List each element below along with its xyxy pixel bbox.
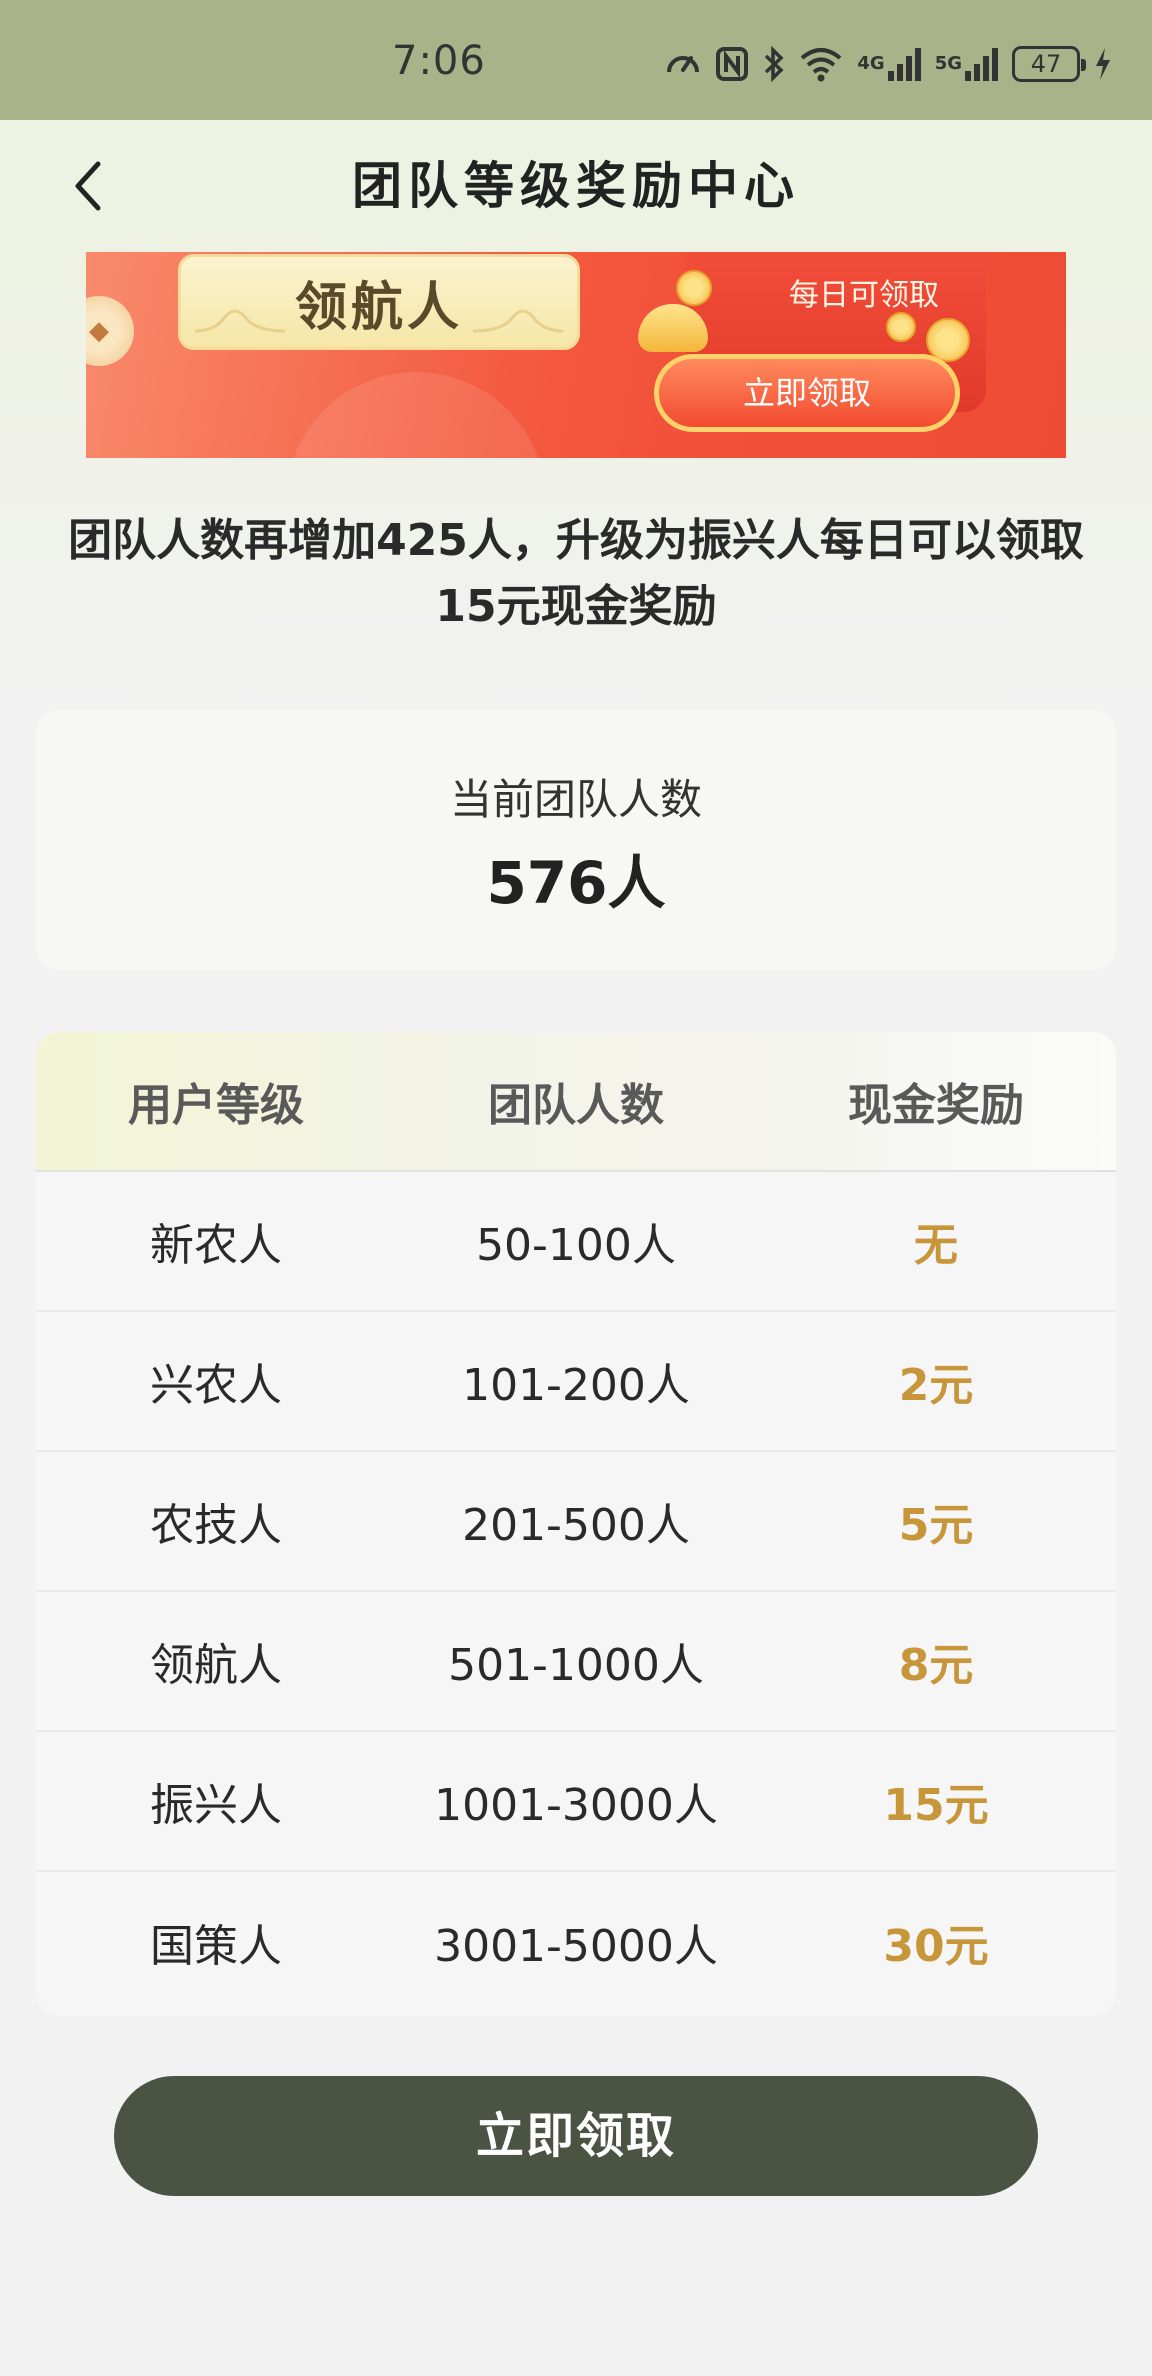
reward-cell: 30元 [883, 1921, 989, 1972]
upgrade-tip: 团队人数再增加425人，升级为振兴人每日可以领取15元现金奖励 [68, 515, 1084, 632]
header-cash-reward: 现金奖励 [848, 1080, 1024, 1131]
wave-ornament-icon [195, 309, 285, 333]
wave-ornament-icon [473, 309, 563, 333]
team-size-cell: 50-100人 [476, 1220, 676, 1271]
level-cell: 国策人 [150, 1921, 282, 1972]
page-title: 团队等级奖励中心 [352, 157, 800, 215]
team-count-label: 当前团队人数 [449, 775, 702, 824]
table-row: 新农人 50-100人 无 [36, 1172, 1116, 1312]
team-size-cell: 201-500人 [462, 1500, 690, 1551]
reward-cell: 无 [914, 1220, 958, 1271]
level-cell: 兴农人 [150, 1360, 282, 1411]
table-row: 领航人 501-1000人 8元 [36, 1592, 1116, 1732]
status-bar: 7:06 4G 5G 47 [0, 0, 1152, 120]
level-cell: 振兴人 [150, 1780, 282, 1831]
banner-claim-button[interactable]: 立即领取 [654, 354, 960, 432]
current-level-name: 领航人 [294, 277, 463, 338]
table-row: 振兴人 1001-3000人 15元 [36, 1732, 1116, 1872]
team-size-cell: 501-1000人 [448, 1640, 704, 1691]
team-size-cell: 1001-3000人 [434, 1780, 718, 1831]
chevron-left-icon [75, 161, 101, 211]
daily-claim-label: 每日可领取 [789, 278, 939, 313]
status-icons: 4G 5G 47 [665, 44, 1112, 84]
signal-5g-icon: 5G [935, 44, 998, 84]
table-row: 农技人 201-500人 5元 [36, 1452, 1116, 1592]
speed-gauge-icon [665, 44, 701, 84]
reward-cell: 8元 [898, 1640, 974, 1691]
battery-icon: 47 [1012, 46, 1086, 82]
wifi-icon [799, 44, 843, 84]
banner-decoration [286, 372, 546, 458]
reward-cell: 2元 [898, 1360, 974, 1411]
app-header: 团队等级奖励中心 [0, 120, 1152, 252]
coin-icon: ◆ [86, 296, 134, 366]
signal-4g-icon: 4G [857, 44, 921, 84]
team-size-cell: 3001-5000人 [434, 1921, 718, 1972]
table-header: 用户等级 团队人数 现金奖励 [36, 1032, 1116, 1172]
level-cell: 领航人 [150, 1640, 282, 1691]
bluetooth-icon [763, 44, 785, 84]
claim-button[interactable]: 立即领取 [114, 2076, 1038, 2196]
reward-cell: 15元 [883, 1780, 989, 1831]
nfc-icon [715, 44, 749, 84]
current-level-plaque: 领航人 [178, 254, 580, 350]
status-time: 7:06 [392, 38, 486, 84]
level-banner: ◆ 领航人 每日可领取 立即领取 [86, 252, 1066, 458]
charging-icon [1094, 44, 1112, 84]
current-team-card: 当前团队人数 576人 [36, 710, 1116, 970]
team-size-cell: 101-200人 [462, 1360, 690, 1411]
level-cell: 新农人 [150, 1220, 282, 1271]
battery-level: 47 [1030, 50, 1062, 78]
table-row: 国策人 3001-5000人 30元 [36, 1872, 1116, 2012]
team-count-value: 576人 [486, 849, 666, 917]
header-team-size: 团队人数 [488, 1080, 664, 1131]
reward-cell: 5元 [898, 1500, 974, 1551]
levels-table: 用户等级 团队人数 现金奖励 新农人 50-100人 无 兴农人 101-200… [36, 1032, 1116, 2016]
back-button[interactable] [56, 154, 120, 218]
level-cell: 农技人 [150, 1500, 282, 1551]
gold-coin-icon [676, 270, 712, 306]
table-row: 兴农人 101-200人 2元 [36, 1312, 1116, 1452]
header-level: 用户等级 [128, 1080, 304, 1131]
